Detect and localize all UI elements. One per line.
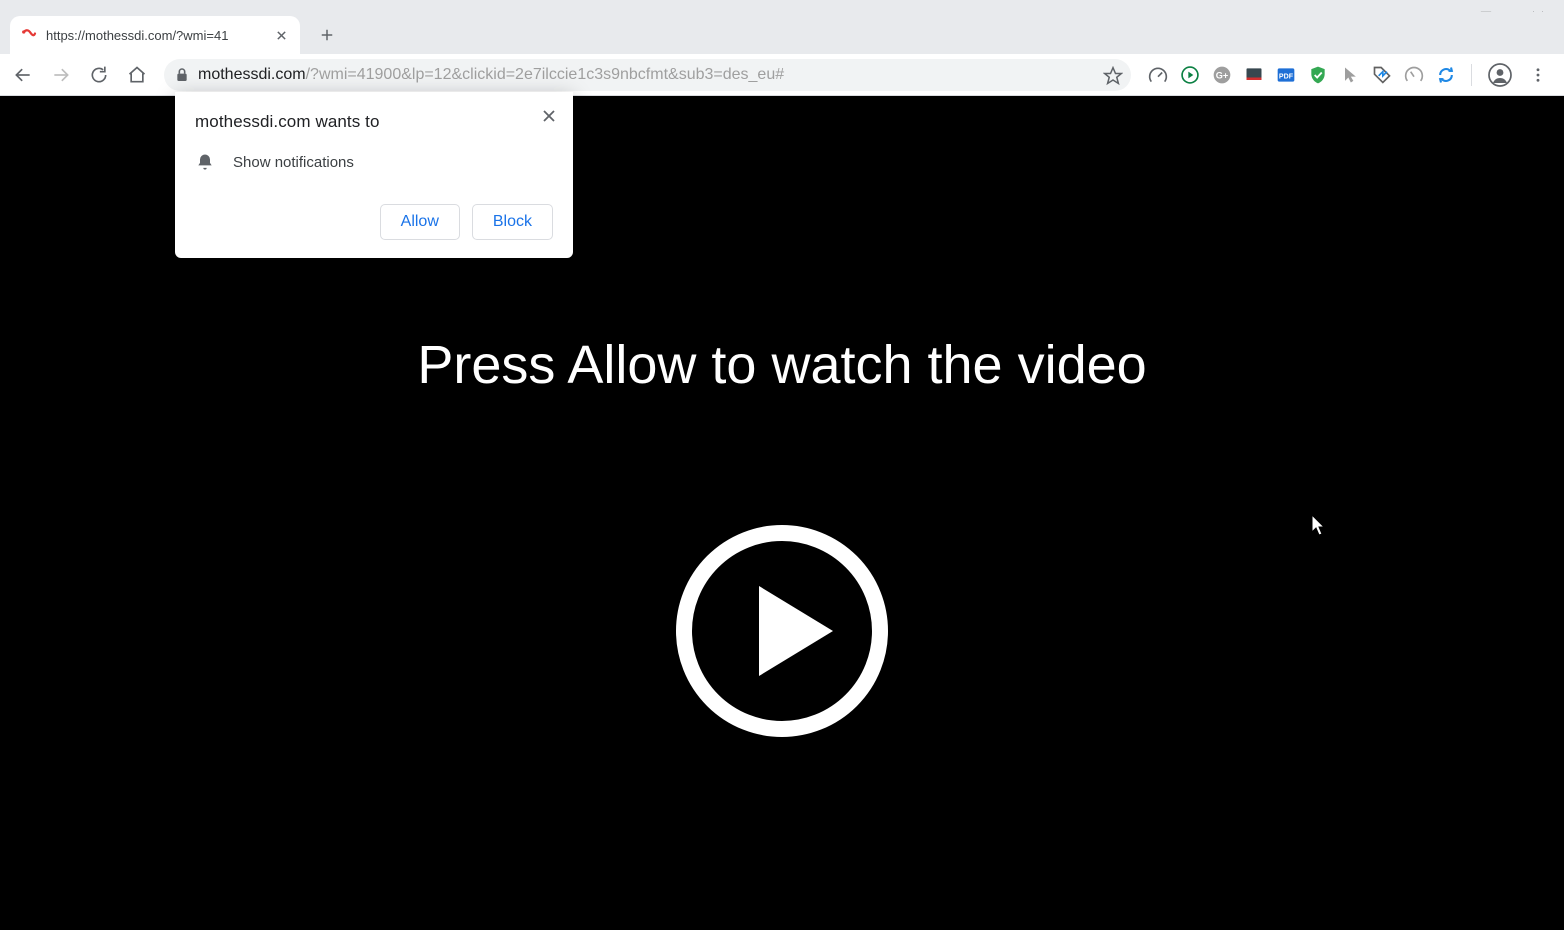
- dialog-close-button[interactable]: [539, 106, 559, 126]
- block-button[interactable]: Block: [472, 204, 553, 240]
- extension-dark-box-icon[interactable]: [1243, 64, 1265, 86]
- tab-close-button[interactable]: [272, 26, 290, 44]
- extension-circle-plus-icon[interactable]: G+: [1211, 64, 1233, 86]
- allow-button[interactable]: Allow: [380, 204, 460, 240]
- lock-icon: [174, 67, 190, 83]
- extension-speed-icon[interactable]: [1147, 64, 1169, 86]
- extension-play-icon[interactable]: [1179, 64, 1201, 86]
- favicon-icon: [20, 26, 38, 44]
- extension-sync-icon[interactable]: [1435, 64, 1457, 86]
- browser-menu-button[interactable]: [1524, 61, 1552, 89]
- home-button[interactable]: [120, 58, 154, 92]
- forward-button[interactable]: [44, 58, 78, 92]
- permission-item-label: Show notifications: [233, 154, 354, 171]
- tab-title: https://mothessdi.com/?wmi=41: [46, 28, 264, 43]
- bookmark-star-icon[interactable]: [1103, 66, 1121, 84]
- url-text: mothessdi.com/?wmi=41900&lp=12&clickid=2…: [198, 66, 1095, 84]
- svg-text:PDF: PDF: [1279, 72, 1294, 80]
- page-headline: Press Allow to watch the video: [417, 334, 1146, 396]
- extension-separator: [1471, 64, 1472, 86]
- tab-strip: https://mothessdi.com/?wmi=41: [0, 12, 1564, 54]
- notification-permission-dialog: mothessdi.com wants to Show notification…: [175, 92, 573, 258]
- browser-tab[interactable]: https://mothessdi.com/?wmi=41: [10, 16, 300, 54]
- svg-text:G+: G+: [1216, 70, 1228, 80]
- back-button[interactable]: [6, 58, 40, 92]
- browser-toolbar: mothessdi.com/?wmi=41900&lp=12&clickid=2…: [0, 54, 1564, 96]
- dialog-title: mothessdi.com wants to: [195, 112, 553, 132]
- reload-button[interactable]: [82, 58, 116, 92]
- profile-avatar-button[interactable]: [1486, 61, 1514, 89]
- extension-tag-icon[interactable]: [1371, 64, 1393, 86]
- new-tab-button[interactable]: [312, 20, 342, 50]
- extension-shield-icon[interactable]: [1307, 64, 1329, 86]
- extension-gauge-icon[interactable]: [1403, 64, 1425, 86]
- play-button[interactable]: [675, 524, 889, 743]
- address-bar[interactable]: mothessdi.com/?wmi=41900&lp=12&clickid=2…: [164, 59, 1131, 91]
- extension-pdf-icon[interactable]: PDF: [1275, 64, 1297, 86]
- bell-icon: [195, 152, 215, 172]
- extension-cursor-icon[interactable]: [1339, 64, 1361, 86]
